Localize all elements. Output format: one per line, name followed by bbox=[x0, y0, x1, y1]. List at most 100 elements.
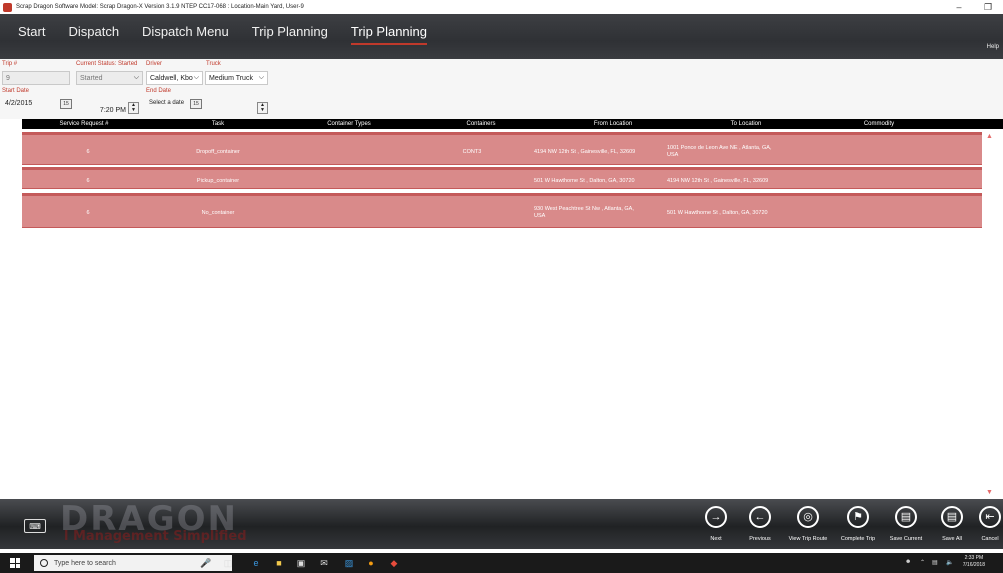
previous-label: Previous bbox=[749, 536, 771, 542]
start-date-value: 4/2/2015 bbox=[5, 99, 33, 107]
complete-trip-button[interactable]: ⚑ Complete Trip bbox=[835, 506, 881, 542]
truck-select[interactable]: Medium Truck ⌵ bbox=[205, 71, 268, 85]
table-row[interactable]: 6 Dropoff_container CONT3 4194 NW 12th S… bbox=[22, 132, 982, 165]
breadcrumb-nav: Start Dispatch Dispatch Menu Trip Planni… bbox=[18, 24, 450, 45]
nav-dispatch[interactable]: Dispatch bbox=[68, 24, 119, 45]
truck-label: Truck bbox=[206, 61, 221, 67]
task-view-icon[interactable]: ◫ bbox=[222, 557, 234, 569]
window-titlebar: Scrap Dragon Software Model: Scrap Drago… bbox=[0, 0, 1003, 14]
complete-trip-label: Complete Trip bbox=[840, 536, 876, 542]
help-button[interactable]: Help bbox=[987, 44, 999, 50]
next-label: Next bbox=[710, 536, 722, 542]
trip-form: Trip # 9 Current Status: Started Started… bbox=[0, 59, 1003, 119]
minimize-button[interactable]: – bbox=[944, 0, 974, 14]
system-clock[interactable]: 2:33 PM 7/16/2018 bbox=[963, 555, 985, 569]
col-task[interactable]: Task bbox=[212, 119, 224, 129]
start-time-field[interactable]: 7:20 PM bbox=[84, 103, 128, 117]
windows-start-icon[interactable] bbox=[10, 558, 20, 568]
trip-number-label: Trip # bbox=[2, 61, 18, 67]
cell-task: No_container bbox=[201, 210, 235, 216]
save-icon: ▤ bbox=[895, 506, 917, 528]
save-current-label: Save Current bbox=[889, 536, 923, 542]
nav-start[interactable]: Start bbox=[18, 24, 45, 45]
cortana-icon bbox=[40, 559, 48, 567]
file-explorer-icon[interactable]: ■ bbox=[273, 557, 285, 569]
trip-table-body: 6 Dropoff_container CONT3 4194 NW 12th S… bbox=[22, 129, 982, 499]
save-all-icon: ▤ bbox=[941, 506, 963, 528]
network-icon[interactable]: ▤ bbox=[932, 559, 938, 566]
calendar-icon[interactable]: 15 bbox=[60, 99, 72, 109]
cell-service-request: 6 bbox=[86, 149, 90, 155]
keyboard-icon[interactable]: ⌨ bbox=[24, 519, 46, 533]
col-commodity[interactable]: Commodity bbox=[864, 119, 894, 129]
status-select[interactable]: Started ⌵ bbox=[76, 71, 143, 85]
col-service-request[interactable]: Service Request # bbox=[59, 119, 108, 129]
scrap-dragon-taskbar-icon[interactable]: ◆ bbox=[388, 557, 400, 569]
bottom-action-bar: DRAGON l Management Simplified ⌨ → Next … bbox=[0, 499, 1003, 549]
cell-task: Dropoff_container bbox=[196, 149, 240, 155]
clock-time: 2:33 PM bbox=[964, 555, 984, 561]
flag-icon: ⚑ bbox=[847, 506, 869, 528]
scroll-up-arrow-icon[interactable]: ▲ bbox=[986, 133, 993, 140]
driver-label: Driver bbox=[146, 61, 162, 67]
microphone-icon[interactable]: 🎤 bbox=[200, 557, 212, 569]
nav-dispatch-menu[interactable]: Dispatch Menu bbox=[142, 24, 229, 45]
chevron-down-icon: ⌵ bbox=[133, 74, 139, 81]
driver-select[interactable]: Caldwell, Kbo ⌵ bbox=[146, 71, 203, 85]
end-time-spinner[interactable]: ▲ ▼ bbox=[257, 102, 268, 114]
end-date-placeholder: Select a date bbox=[149, 100, 185, 106]
end-date-field[interactable]: Select a date bbox=[146, 96, 186, 110]
table-row[interactable]: 6 Pickup_container 501 W Hawthorne St , … bbox=[22, 167, 982, 189]
col-from-location[interactable]: From Location bbox=[594, 119, 632, 129]
status-value: Started bbox=[80, 74, 103, 82]
view-trip-route-button[interactable]: ◎ View Trip Route bbox=[785, 506, 831, 542]
nav-trip-planning[interactable]: Trip Planning bbox=[252, 24, 328, 45]
save-current-button[interactable]: ▤ Save Current bbox=[883, 506, 929, 542]
status-label: Current Status: Started bbox=[76, 61, 138, 67]
arrow-right-icon: → bbox=[705, 506, 727, 528]
driver-value: Caldwell, Kbo bbox=[150, 74, 193, 82]
scroll-down-arrow-icon[interactable]: ▼ bbox=[986, 489, 993, 496]
tray-chevron-icon[interactable]: ⌃ bbox=[920, 559, 925, 566]
cell-from-location-2: USA bbox=[534, 213, 546, 219]
store-icon[interactable]: ▣ bbox=[295, 557, 307, 569]
time-spinner[interactable]: ▲ ▼ bbox=[128, 102, 139, 114]
volume-icon[interactable]: 🔈 bbox=[946, 559, 953, 566]
os-taskbar: Type here to search 🎤 ◫ e ■ ▣ ✉ ▨ ● ◆ ☻ … bbox=[0, 553, 1003, 573]
chrome-icon[interactable]: ● bbox=[365, 557, 377, 569]
arrow-left-icon: ← bbox=[749, 506, 771, 528]
col-container-types[interactable]: Container Types bbox=[327, 119, 371, 129]
col-to-location[interactable]: To Location bbox=[731, 119, 762, 129]
window-title: Scrap Dragon Software Model: Scrap Drago… bbox=[16, 4, 304, 10]
table-row[interactable]: 6 No_container 930 West Peachtree St Nw … bbox=[22, 193, 982, 228]
cell-to-location-2: USA bbox=[667, 152, 679, 158]
cell-from-location: 501 W Hawthorne St , Dalton, GA, 30720 bbox=[534, 178, 635, 184]
chevron-down-icon: ⌵ bbox=[193, 74, 199, 81]
nav-trip-planning-current[interactable]: Trip Planning bbox=[350, 24, 428, 45]
word-icon[interactable]: ▨ bbox=[343, 557, 355, 569]
col-containers[interactable]: Containers bbox=[466, 119, 495, 129]
people-icon[interactable]: ☻ bbox=[905, 559, 911, 565]
header-bar: Start Dispatch Dispatch Menu Trip Planni… bbox=[0, 14, 1003, 59]
chevron-down-icon: ⌵ bbox=[258, 74, 264, 81]
calendar-icon[interactable]: 15 bbox=[190, 99, 202, 109]
cancel-icon: ⇤ bbox=[979, 506, 1001, 528]
search-placeholder: Type here to search bbox=[54, 559, 116, 567]
trip-number-field[interactable]: 9 bbox=[2, 71, 70, 85]
previous-button[interactable]: ← Previous bbox=[737, 506, 783, 542]
globe-icon: ◎ bbox=[797, 506, 819, 528]
start-date-label: Start Date bbox=[2, 88, 30, 94]
edge-icon[interactable]: e bbox=[250, 557, 262, 569]
cancel-label: Cancel bbox=[981, 536, 999, 542]
restore-button[interactable]: ❐ bbox=[973, 0, 1003, 14]
cell-to-location: 1001 Ponce de Leon Ave NE , Atlanta, GA, bbox=[667, 145, 772, 151]
table-header: Service Request # Task Container Types C… bbox=[22, 119, 1003, 129]
brand-tagline: l Management Simplified bbox=[64, 529, 247, 544]
next-button[interactable]: → Next bbox=[693, 506, 739, 542]
app-icon bbox=[3, 2, 12, 12]
truck-value: Medium Truck bbox=[209, 74, 253, 82]
cell-service-request: 6 bbox=[86, 210, 90, 216]
cancel-button[interactable]: ⇤ Cancel bbox=[967, 506, 1003, 542]
start-time-value: 7:20 PM bbox=[99, 106, 126, 114]
mail-icon[interactable]: ✉ bbox=[318, 557, 330, 569]
